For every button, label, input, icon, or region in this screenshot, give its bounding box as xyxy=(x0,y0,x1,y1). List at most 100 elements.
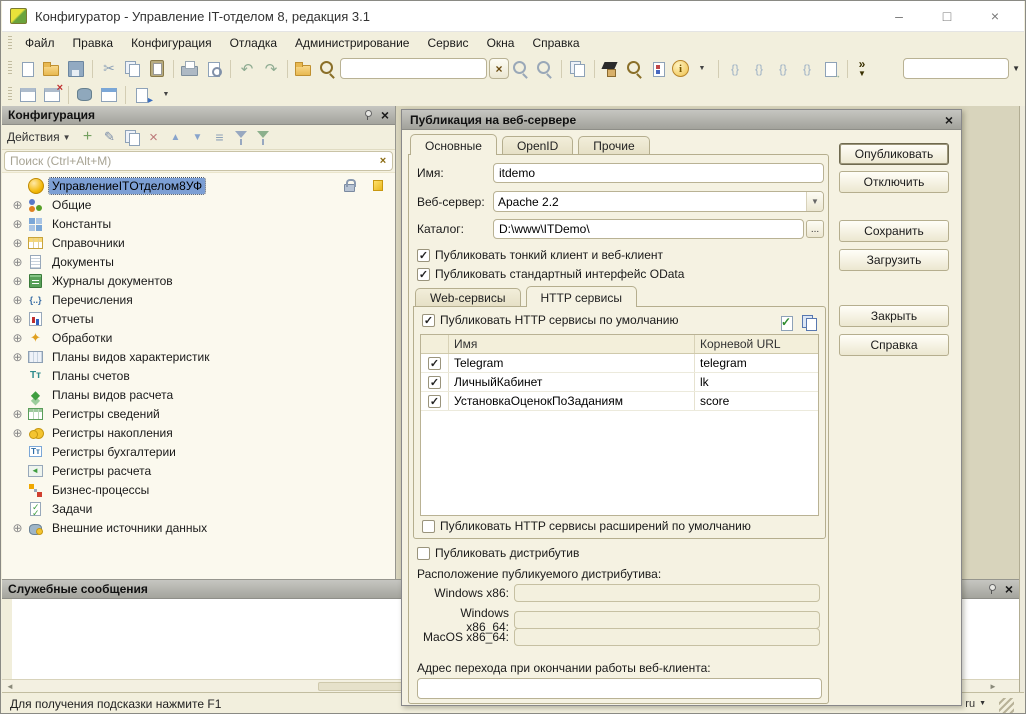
close-button[interactable]: Закрыть xyxy=(839,305,949,327)
service-tab[interactable]: Web-сервисы xyxy=(415,288,521,306)
disconnect-button[interactable]: Отключить xyxy=(839,171,949,193)
tree-item[interactable]: Бизнес-процессы xyxy=(2,480,395,499)
proc-forward-icon[interactable]: {} xyxy=(748,58,770,80)
http-ext-checkbox[interactable] xyxy=(422,520,435,533)
paste-icon[interactable] xyxy=(146,58,168,80)
dialog-close-icon[interactable]: × xyxy=(945,113,953,127)
list-icon[interactable]: ≡ xyxy=(210,127,230,147)
database-icon[interactable] xyxy=(74,84,96,106)
web-server-select[interactable]: ▼ xyxy=(493,191,824,212)
pin-icon[interactable] xyxy=(988,584,995,595)
copy-icon[interactable] xyxy=(122,58,144,80)
table-row[interactable]: УстановкаОценокПоЗаданиямscore xyxy=(421,392,818,411)
expand-icon[interactable]: ⊕ xyxy=(10,350,25,364)
tree-item[interactable]: ⊕Обработки xyxy=(2,328,395,347)
tab-основные[interactable]: Основные xyxy=(410,134,497,155)
distrib-path-field[interactable] xyxy=(514,628,820,646)
expand-icon[interactable]: ⊕ xyxy=(10,312,25,326)
row-checkbox[interactable] xyxy=(428,376,441,389)
distrib-path-field[interactable] xyxy=(514,584,820,602)
close-button[interactable]: × xyxy=(980,5,1010,27)
info-icon[interactable] xyxy=(672,60,689,77)
table-row[interactable]: Telegramtelegram xyxy=(421,354,818,373)
undo-icon[interactable]: ↶ xyxy=(236,58,258,80)
tree-item[interactable]: ⊕Документы xyxy=(2,252,395,271)
unmark-all-icon[interactable] xyxy=(799,312,817,328)
service-tab[interactable]: HTTP сервисы xyxy=(526,286,638,307)
tree-item[interactable]: ⊕Отчеты xyxy=(2,309,395,328)
find-in-folder-icon[interactable] xyxy=(293,58,315,80)
move-up-icon[interactable]: ▲ xyxy=(166,127,186,147)
web-server-value[interactable] xyxy=(494,192,806,211)
actions-menu[interactable]: Действия xyxy=(7,130,60,144)
maximize-button[interactable]: □ xyxy=(932,5,962,27)
odata-checkbox[interactable] xyxy=(417,268,430,281)
browse-button[interactable]: ... xyxy=(806,220,824,238)
toolbar-search-input[interactable] xyxy=(341,59,487,78)
find-prev-icon[interactable] xyxy=(534,58,556,80)
menu-item[interactable]: Администрирование xyxy=(286,34,418,52)
chevron-down-icon[interactable]: ▼ xyxy=(1012,64,1020,73)
mark-all-icon[interactable] xyxy=(776,312,794,328)
toolbar-right-combobox-input[interactable] xyxy=(904,59,1009,78)
publish-button[interactable]: Опубликовать xyxy=(839,143,949,165)
print-preview-icon[interactable] xyxy=(203,58,225,80)
tree-item[interactable]: ⊕Справочники xyxy=(2,233,395,252)
edit-icon[interactable]: ✎ xyxy=(100,127,120,147)
expand-icon[interactable]: ⊕ xyxy=(10,274,25,288)
chevron-down-icon[interactable]: ▼ xyxy=(806,192,823,211)
tree-item[interactable]: ⊕Журналы документов xyxy=(2,271,395,290)
tree-item[interactable]: ⊕Планы видов характеристик xyxy=(2,347,395,366)
go-line-icon[interactable] xyxy=(820,58,842,80)
scroll-right-icon[interactable]: ► xyxy=(985,682,1001,691)
http-default-checkbox[interactable] xyxy=(422,314,435,327)
menu-item[interactable]: Сервис xyxy=(418,34,477,52)
toolbar-search-combobox[interactable]: ▼ xyxy=(340,58,487,79)
minimize-button[interactable]: – xyxy=(884,5,914,27)
copy-window-icon[interactable] xyxy=(567,58,589,80)
dd-icon[interactable]: ▼ xyxy=(155,84,177,106)
tree-item[interactable]: ⊕Регистры сведений xyxy=(2,404,395,423)
tree-item[interactable]: ⊕Регистры накопления xyxy=(2,423,395,442)
expand-icon[interactable]: ⊕ xyxy=(10,407,25,421)
scroll-left-icon[interactable]: ◄ xyxy=(2,682,18,691)
menu-item[interactable]: Файл xyxy=(16,34,64,52)
expand-icon[interactable]: ⊕ xyxy=(10,331,25,345)
save-icon[interactable] xyxy=(65,58,87,80)
row-checkbox[interactable] xyxy=(428,357,441,370)
cut-icon[interactable]: ✂ xyxy=(98,58,120,80)
distrib-path-field[interactable] xyxy=(514,611,820,629)
redo-icon[interactable]: ↷ xyxy=(260,58,282,80)
distrib-checkbox[interactable] xyxy=(417,547,430,560)
clear-search-icon[interactable]: × xyxy=(374,155,392,167)
expand-icon[interactable]: ⊕ xyxy=(10,198,25,212)
tree-item[interactable]: Планы счетов xyxy=(2,366,395,385)
menu-item[interactable]: Справка xyxy=(523,34,588,52)
expand-icon[interactable]: ⊕ xyxy=(10,236,25,250)
tree-item[interactable]: ⊕Внешние источники данных xyxy=(2,518,395,537)
print-icon[interactable] xyxy=(179,58,201,80)
menu-item[interactable]: Правка xyxy=(64,34,123,52)
proc-back-icon[interactable]: {} xyxy=(724,58,746,80)
table-row[interactable]: ЛичныйКабинетlk xyxy=(421,373,818,392)
syntax-check-icon[interactable] xyxy=(600,58,622,80)
add-icon[interactable]: + xyxy=(78,127,98,147)
directory-field[interactable] xyxy=(493,219,804,239)
delete-icon[interactable]: × xyxy=(144,127,164,147)
tree-item[interactable]: Задачи xyxy=(2,499,395,518)
search-icon[interactable] xyxy=(317,58,339,80)
expand-icon[interactable]: ⊕ xyxy=(10,521,25,535)
help-find-icon[interactable] xyxy=(624,58,646,80)
expand-icon[interactable]: ⊕ xyxy=(10,293,25,307)
menu-item[interactable]: Конфигурация xyxy=(122,34,221,52)
window-close-icon[interactable] xyxy=(41,84,63,106)
expand-icon[interactable]: ⊕ xyxy=(10,217,25,231)
tree-item[interactable]: Планы видов расчета xyxy=(2,385,395,404)
tree-item[interactable]: ⊕Общие xyxy=(2,195,395,214)
open-file-icon[interactable] xyxy=(41,58,63,80)
close-icon[interactable]: × xyxy=(381,108,389,122)
clone-icon[interactable] xyxy=(122,127,142,147)
save-button[interactable]: Сохранить xyxy=(839,220,949,242)
toolbar-overflow-icon[interactable]: »▼ xyxy=(858,60,866,78)
toolbar-right-combobox[interactable]: ▼ xyxy=(903,58,1009,79)
